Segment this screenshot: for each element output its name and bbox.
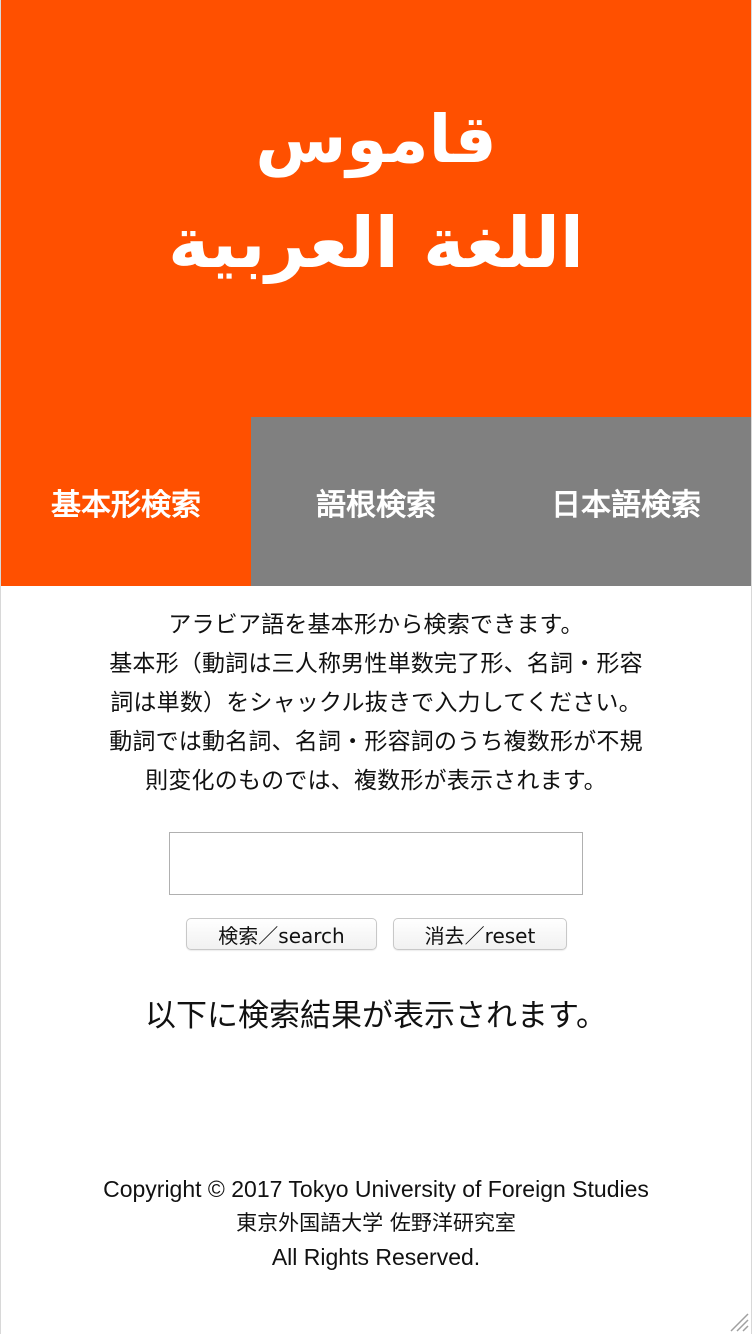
- site-header: قاموس اللغة العربية: [1, 0, 751, 417]
- lab-name-text: 東京外国語大学 佐野洋研究室: [236, 1211, 516, 1235]
- tab-japanese-search[interactable]: 日本語検索: [501, 417, 751, 586]
- instruction-line: 基本形（動詞は三人称男性単数完了形、名詞・形容: [109, 651, 643, 677]
- search-mode-tabs: 基本形検索 語根検索 日本語検索: [1, 417, 751, 586]
- search-input[interactable]: [169, 832, 583, 895]
- search-instructions: アラビア語を基本形から検索できます。 基本形（動詞は三人称男性単数完了形、名詞・…: [71, 606, 681, 801]
- tab-root-search[interactable]: 語根検索: [251, 417, 501, 586]
- instruction-line: 詞は単数）をシャックル抜きで入力してください。: [110, 690, 642, 716]
- tab-basic-form-search[interactable]: 基本形検索: [1, 417, 251, 586]
- copyright-text: Copyright © 2017 Tokyo University of For…: [103, 1176, 649, 1202]
- rights-text: All Rights Reserved.: [271, 1244, 481, 1270]
- reset-button[interactable]: 消去／reset: [393, 918, 567, 950]
- tab-label: 基本形検索: [51, 487, 201, 523]
- footer: Copyright © 2017 Tokyo University of For…: [1, 1172, 751, 1274]
- tab-label: 日本語検索: [551, 487, 701, 523]
- page: قاموس اللغة العربية 基本形検索 語根検索 日本語検索 アラビ…: [0, 0, 752, 1334]
- instruction-line: アラビア語を基本形から検索できます。: [168, 612, 584, 638]
- tab-label: 語根検索: [316, 487, 436, 523]
- search-button[interactable]: 検索／search: [186, 918, 377, 950]
- instruction-line: 動詞では動名詞、名詞・形容詞のうち複数形が不規: [109, 729, 643, 755]
- logo-title-line2: اللغة العربية: [168, 202, 584, 284]
- logo-title-line1: قاموس: [255, 101, 497, 178]
- results-placeholder-text: 以下に検索結果が表示されます。: [145, 998, 607, 1034]
- resize-grip-icon[interactable]: [727, 1310, 749, 1332]
- instruction-line: 則変化のものでは、複数形が表示されます。: [145, 768, 607, 794]
